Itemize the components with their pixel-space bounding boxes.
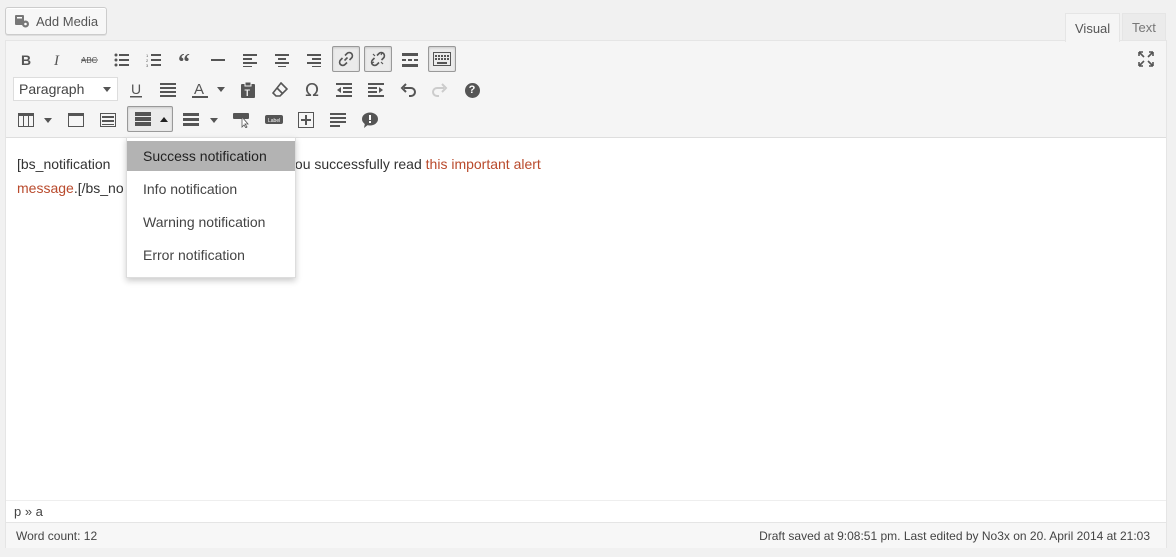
notification-dropdown-menu: Success notification Info notification W… xyxy=(126,137,296,278)
clear-formatting-icon[interactable] xyxy=(266,77,294,103)
editor: B I ABC 123 “ Paragraph U A T Ω ? xyxy=(5,40,1167,548)
align-right-icon[interactable] xyxy=(300,47,328,73)
justify-icon[interactable] xyxy=(154,77,182,103)
media-icon xyxy=(13,12,31,30)
insert-link-icon[interactable] xyxy=(332,46,360,72)
svg-text:“: “ xyxy=(178,54,190,66)
undo-icon[interactable] xyxy=(394,77,422,103)
horizontal-line-icon[interactable] xyxy=(204,47,232,73)
special-character-icon[interactable]: Ω xyxy=(298,77,326,103)
add-media-button[interactable]: Add Media xyxy=(5,7,107,35)
paste-as-text-icon[interactable]: T xyxy=(234,77,262,103)
editor-toolbar: B I ABC 123 “ Paragraph U A T Ω ? xyxy=(6,41,1166,138)
blockquote-icon[interactable]: “ xyxy=(172,47,200,73)
menu-item-info-notification[interactable]: Info notification xyxy=(127,174,295,204)
help-glyph: ? xyxy=(464,82,480,98)
text-color-icon[interactable]: A xyxy=(186,77,214,103)
editor-content[interactable]: [bs_notificatione!You successfully read … xyxy=(17,152,617,200)
popover-icon[interactable] xyxy=(356,107,384,133)
body-text: You successfully read xyxy=(286,156,426,172)
tab-text[interactable]: Text xyxy=(1122,13,1166,41)
fullscreen-icon[interactable] xyxy=(1132,46,1160,72)
numbered-list-icon[interactable]: 123 xyxy=(140,47,168,73)
well-icon[interactable] xyxy=(94,107,122,133)
toolbar-toggle-icon[interactable] xyxy=(428,46,456,72)
read-more-icon[interactable] xyxy=(396,47,424,73)
strikethrough-icon[interactable]: ABC xyxy=(76,47,104,73)
outdent-icon[interactable] xyxy=(330,77,358,103)
remove-link-icon[interactable] xyxy=(364,46,392,72)
word-count: Word count: 12 xyxy=(16,528,98,543)
help-icon[interactable]: ? xyxy=(458,77,486,103)
button-icon[interactable] xyxy=(228,107,256,133)
svg-text:T: T xyxy=(245,88,251,98)
content-link[interactable]: this important alert xyxy=(426,156,541,172)
menu-item-error-notification[interactable]: Error notification xyxy=(127,240,295,270)
list-group-dropdown-icon[interactable] xyxy=(210,118,218,123)
status-bar: Word count: 12 Draft saved at 9:08:51 pm… xyxy=(6,522,1166,548)
align-left-icon[interactable] xyxy=(236,47,264,73)
content-link-continued[interactable]: message xyxy=(17,180,74,196)
indent-icon[interactable] xyxy=(362,77,390,103)
redo-icon[interactable] xyxy=(426,77,454,103)
bullet-list-icon[interactable] xyxy=(108,47,136,73)
omega-glyph: Ω xyxy=(305,79,319,101)
svg-text:I: I xyxy=(53,53,60,67)
content-line-1: [bs_notificatione!You successfully read … xyxy=(17,152,617,176)
italic-icon[interactable]: I xyxy=(44,47,72,73)
add-element-icon[interactable] xyxy=(292,107,320,133)
list-group-icon[interactable] xyxy=(177,107,205,133)
panel-icon[interactable] xyxy=(62,107,90,133)
notification-icon xyxy=(135,112,151,126)
align-center-icon[interactable] xyxy=(268,47,296,73)
label-icon[interactable]: Label xyxy=(260,107,288,133)
text-color-dropdown-icon[interactable] xyxy=(217,87,225,92)
text-color-letter: A xyxy=(194,81,204,98)
lead-paragraph-icon[interactable] xyxy=(324,107,352,133)
add-media-label: Add Media xyxy=(36,13,99,29)
shortcode-close: .[/bs_no xyxy=(73,180,124,196)
table-icon[interactable] xyxy=(12,107,40,133)
chevron-down-icon xyxy=(103,87,111,92)
svg-text:3: 3 xyxy=(146,63,149,67)
element-path: p » a xyxy=(6,500,1166,522)
menu-item-success-notification[interactable]: Success notification xyxy=(127,141,295,171)
content-line-2: message.[/bs_no xyxy=(17,176,617,200)
draft-saved-status: Draft saved at 9:08:51 pm. Last edited b… xyxy=(759,528,1150,543)
svg-text:U: U xyxy=(131,82,141,97)
tab-visual[interactable]: Visual xyxy=(1065,13,1120,42)
bold-icon[interactable]: B xyxy=(12,47,40,73)
chevron-up-icon xyxy=(160,117,168,122)
shortcode-open: [bs_notification xyxy=(17,156,111,172)
format-select-value: Paragraph xyxy=(19,81,85,97)
table-dropdown-icon[interactable] xyxy=(44,118,52,123)
format-select[interactable]: Paragraph xyxy=(13,77,118,101)
svg-text:B: B xyxy=(21,53,31,67)
underline-icon[interactable]: U xyxy=(122,77,150,103)
menu-item-warning-notification[interactable]: Warning notification xyxy=(127,207,295,237)
svg-text:Label: Label xyxy=(268,118,280,124)
